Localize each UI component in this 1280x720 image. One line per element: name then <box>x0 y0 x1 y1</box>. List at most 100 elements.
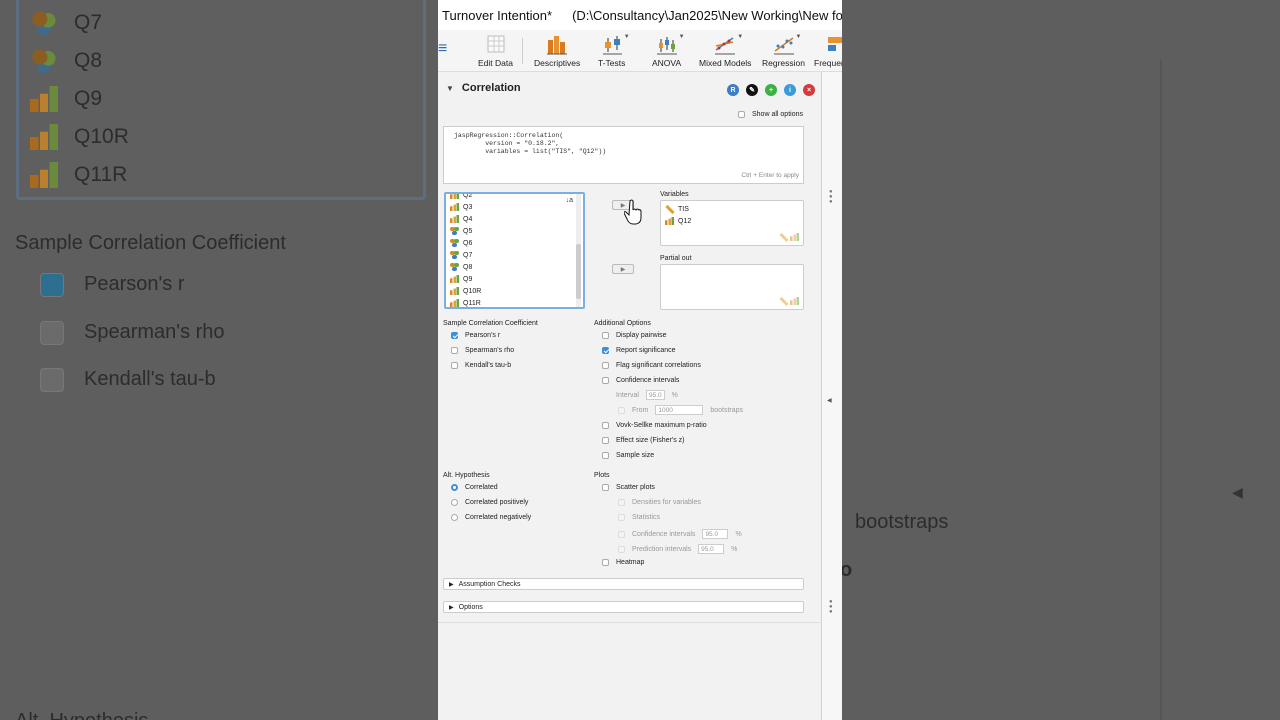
edit-data-button[interactable]: Edit Data <box>478 34 513 68</box>
interval-input[interactable]: 95.0 <box>645 390 665 400</box>
list-item[interactable]: Q7 <box>446 249 583 261</box>
anova-button[interactable]: ▼ ANOVA <box>652 34 685 68</box>
nominal-icon <box>450 226 459 236</box>
show-all-options-toggle[interactable]: Show all options <box>738 111 803 118</box>
code-hint: Ctrl + Enter to apply <box>741 172 799 179</box>
partial-out-box[interactable] <box>660 264 804 310</box>
scatter-plots-checkbox[interactable] <box>602 484 609 491</box>
confidence-intervals-checkbox[interactable] <box>602 377 609 384</box>
correlated-positively-option[interactable]: Correlated positively <box>451 499 528 506</box>
list-item[interactable]: Q12 <box>661 215 803 227</box>
effect-size-option[interactable]: Effect size (Fisher's z) <box>602 437 685 444</box>
collapse-arrow-icon[interactable]: ◀ <box>827 397 832 404</box>
prediction-intervals-input[interactable]: 95.0 <box>698 544 725 554</box>
duplicate-icon[interactable]: + <box>765 84 777 96</box>
list-item[interactable]: TIS <box>661 203 803 215</box>
drag-handle-icon[interactable]: ● ● ● <box>829 599 833 615</box>
variables-scrollbar[interactable] <box>576 194 581 307</box>
vovk-sellke-option[interactable]: Vovk-Sellke maximum p-ratio <box>602 422 707 429</box>
plot-ci-checkbox[interactable] <box>618 530 625 538</box>
descriptives-button[interactable]: Descriptives <box>534 34 580 68</box>
analysis-header[interactable]: ▼ Correlation <box>446 82 521 94</box>
move-to-partial-out-button[interactable]: ▶ <box>612 264 634 274</box>
edit-title-icon[interactable]: ✎ <box>746 84 758 96</box>
correlated-positively-radio[interactable] <box>451 499 458 506</box>
scatter-plots-option[interactable]: Scatter plots <box>602 484 655 491</box>
correlated-negatively-option[interactable]: Correlated negatively <box>451 514 531 521</box>
statistics-option[interactable]: Statistics <box>618 514 660 521</box>
list-item[interactable]: Q8 <box>446 261 583 273</box>
flag-significant-checkbox[interactable] <box>602 362 609 369</box>
r-syntax-editor[interactable]: jaspRegression::Correlation( version = "… <box>443 126 804 184</box>
report-significance-checkbox[interactable] <box>602 347 609 354</box>
list-item[interactable]: Q9 <box>446 273 583 285</box>
interval-field[interactable]: Interval 95.0% <box>616 390 678 400</box>
list-item[interactable]: Q10R <box>446 285 583 297</box>
correlated-negatively-radio[interactable] <box>451 514 458 521</box>
confidence-intervals-option[interactable]: Confidence intervals <box>602 377 679 384</box>
plot-ci-input[interactable]: 95.0 <box>702 529 729 539</box>
options-section[interactable]: ▶ Options <box>443 601 804 613</box>
statistics-checkbox[interactable] <box>618 514 625 521</box>
show-all-options-checkbox[interactable] <box>738 111 745 118</box>
sort-icon[interactable]: ↓a <box>566 197 573 204</box>
report-significance-option[interactable]: Report significance <box>602 347 676 354</box>
prediction-intervals-checkbox[interactable] <box>618 545 625 553</box>
display-pairwise-option[interactable]: Display pairwise <box>602 332 667 339</box>
available-variables-list[interactable]: Q2 Q3 Q4 Q5 Q6 Q7 Q8 Q9 Q10R Q11R ↓a <box>444 192 585 309</box>
anova-icon: ▼ <box>655 34 685 56</box>
densities-checkbox[interactable] <box>618 499 625 506</box>
heatmap-checkbox[interactable] <box>602 559 609 566</box>
panel-splitter[interactable]: ● ● ● ◀ ● ● ● <box>822 72 842 720</box>
display-pairwise-checkbox[interactable] <box>602 332 609 339</box>
bootstrap-input[interactable]: 1000 <box>655 405 704 415</box>
heatmap-option[interactable]: Heatmap <box>602 559 644 566</box>
bootstrap-field[interactable]: From 1000 bootstraps <box>618 405 743 415</box>
list-item[interactable]: Q3 <box>446 201 583 213</box>
flag-significant-option[interactable]: Flag significant correlations <box>602 362 701 369</box>
list-item[interactable]: Q4 <box>446 213 583 225</box>
kendall-option[interactable]: Kendall's tau-b <box>451 362 511 369</box>
spearman-option[interactable]: Spearman's rho <box>451 347 514 354</box>
variables-label: Variables <box>660 191 689 198</box>
close-icon[interactable]: × <box>803 84 815 96</box>
ordinal-icon <box>30 162 58 188</box>
list-item[interactable]: Q6 <box>446 237 583 249</box>
variables-box[interactable]: TIS Q12 <box>660 200 804 246</box>
r-syntax-icon[interactable]: R <box>727 84 739 96</box>
drag-handle-icon[interactable]: ● ● ● <box>829 189 833 205</box>
bootstrap-checkbox[interactable] <box>618 406 625 414</box>
list-item[interactable]: Q11R <box>446 297 583 307</box>
effect-size-checkbox[interactable] <box>602 437 609 444</box>
background-right-panel <box>1160 60 1280 720</box>
sample-size-option[interactable]: Sample size <box>602 452 654 459</box>
densities-option[interactable]: Densities for variables <box>618 499 701 506</box>
toolbar-separator <box>522 38 523 64</box>
background-item: Q7 <box>30 10 102 36</box>
prediction-intervals-option[interactable]: Prediction intervals 95.0% <box>618 544 737 554</box>
sample-size-checkbox[interactable] <box>602 452 609 459</box>
collapse-triangle-icon[interactable]: ▼ <box>446 84 454 93</box>
scrollbar-thumb[interactable] <box>576 244 581 299</box>
pearson-checkbox[interactable] <box>451 332 458 339</box>
vovk-sellke-checkbox[interactable] <box>602 422 609 429</box>
background-bootstraps-text: bootstraps <box>855 511 949 533</box>
list-item[interactable]: Q5 <box>446 225 583 237</box>
list-item[interactable]: Q2 <box>446 194 583 201</box>
header-icons: R ✎ + i × <box>727 84 815 96</box>
plot-confidence-intervals-option[interactable]: Confidence intervals 95.0% <box>618 529 742 539</box>
frequencies-button[interactable]: Frequen <box>814 34 842 68</box>
pearson-option[interactable]: Pearson's r <box>451 332 500 339</box>
t-tests-button[interactable]: ▼ T-Tests <box>598 34 630 68</box>
correlated-option[interactable]: Correlated <box>451 484 498 491</box>
assumption-checks-section[interactable]: ▶ Assumption Checks <box>443 578 804 590</box>
regression-button[interactable]: ▼ Regression <box>762 34 805 68</box>
correlated-radio[interactable] <box>451 484 458 491</box>
mixed-models-button[interactable]: ▼ Mixed Models <box>699 34 751 68</box>
ordinal-icon <box>30 86 58 112</box>
spearman-checkbox[interactable] <box>451 347 458 354</box>
background-option-label: Kendall's tau-b <box>84 368 216 390</box>
menu-icon[interactable]: ≡ <box>438 41 447 57</box>
info-icon[interactable]: i <box>784 84 796 96</box>
kendall-checkbox[interactable] <box>451 362 458 369</box>
